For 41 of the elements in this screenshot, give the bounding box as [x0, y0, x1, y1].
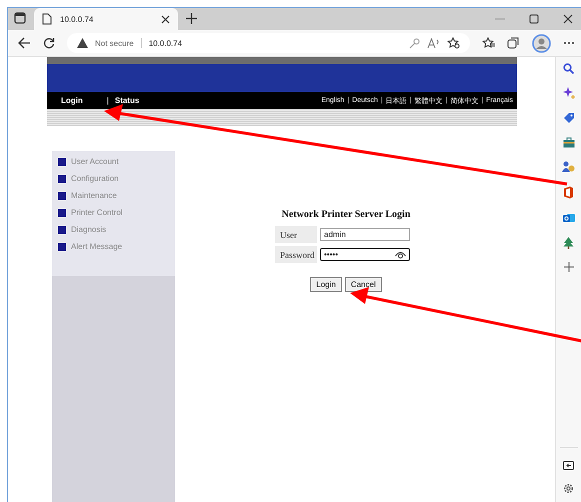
people-icon[interactable]	[562, 161, 575, 173]
favorites-icon[interactable]	[482, 37, 495, 49]
tab-actions-icon[interactable]	[14, 12, 26, 24]
user-field[interactable]: admin	[320, 228, 410, 241]
search-icon[interactable]	[563, 63, 574, 74]
new-tab-icon[interactable]	[186, 13, 197, 24]
refresh-icon[interactable]	[43, 37, 55, 49]
tree-icon[interactable]	[563, 237, 574, 249]
profile-icon[interactable]	[532, 34, 551, 52]
settings-icon[interactable]	[563, 483, 574, 494]
page-icon	[42, 13, 52, 25]
back-icon[interactable]	[18, 37, 31, 49]
read-aloud-icon[interactable]	[427, 38, 440, 48]
tag-icon[interactable]	[562, 112, 574, 124]
add-icon[interactable]	[564, 262, 574, 272]
eye-icon[interactable]	[395, 250, 406, 258]
warning-icon	[77, 38, 88, 48]
star-add-icon[interactable]	[447, 37, 460, 49]
browser-tab[interactable]: 10.0.0.74	[34, 8, 178, 30]
security-label: Not secure	[95, 38, 134, 48]
address-bar[interactable]: Not secure 10.0.0.74	[67, 33, 470, 53]
form-title: Network Printer Server Login	[282, 209, 410, 220]
mail-icon[interactable]	[562, 212, 574, 224]
close-icon[interactable]	[161, 14, 170, 24]
cancel-button[interactable]: Cancel	[344, 277, 382, 292]
url-text: 10.0.0.74	[148, 38, 182, 48]
field-label: Password	[275, 246, 317, 263]
office-icon[interactable]	[563, 186, 574, 199]
login-button[interactable]: Login	[310, 277, 342, 292]
close-icon[interactable]	[563, 14, 573, 24]
briefcase-icon[interactable]	[562, 137, 574, 148]
field-label: User	[275, 226, 317, 243]
more-icon[interactable]	[563, 41, 575, 45]
sidebar-toggle-icon[interactable]	[563, 461, 574, 470]
nav-link[interactable]: Status	[114, 96, 140, 105]
maximize-icon[interactable]	[529, 14, 539, 24]
sparkle-icon[interactable]	[562, 87, 574, 99]
collections-icon[interactable]	[507, 37, 520, 49]
nav-separator: |	[106, 96, 109, 105]
password-field[interactable]: •••••	[320, 248, 410, 261]
nav-link[interactable]: Login	[61, 96, 83, 105]
